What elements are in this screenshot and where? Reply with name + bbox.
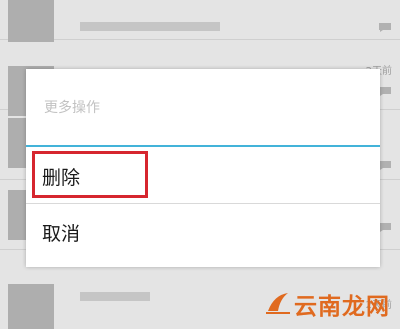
title-divider <box>26 145 380 147</box>
watermark: 云南龙网 <box>264 285 392 320</box>
divider <box>26 203 380 204</box>
highlight-annotation <box>32 151 148 198</box>
cancel-button[interactable]: 取消 <box>26 205 380 260</box>
dialog-title: 更多操作 <box>44 100 100 116</box>
watermark-text: 云南龙网 <box>294 294 390 320</box>
watermark-logo-icon <box>264 289 292 315</box>
